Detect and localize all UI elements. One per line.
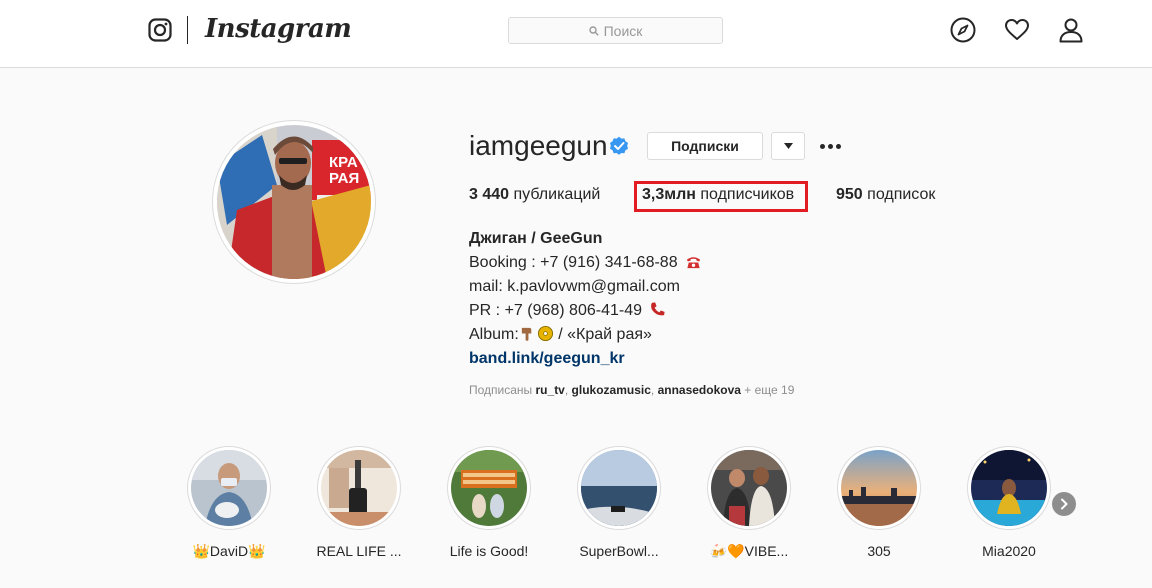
svg-text:КРА: КРА — [329, 154, 358, 171]
profile-full-name: Джиган / GeeGun — [469, 230, 603, 247]
followed-by-user: glukozamusic — [571, 383, 651, 397]
story-highlight[interactable]: Mia2020 — [964, 446, 1054, 559]
followed-by-line[interactable]: Подписаны ru_tv, glukozamusic, annasedok… — [469, 383, 794, 397]
highlight-label: 🍻🧡VIBE... — [709, 543, 789, 559]
posts-count: 3 440 публикаций — [469, 186, 600, 204]
top-navigation-bar: Instagram Поиск — [0, 0, 1152, 68]
highlight-cover[interactable] — [837, 446, 921, 530]
search-input[interactable]: Поиск — [508, 17, 723, 44]
story-highlight[interactable]: 👑DaviD👑 — [184, 446, 274, 560]
bio-booking-text: Booking : +7 (916) 341-68-88 — [469, 254, 678, 271]
highlight-cover-image — [191, 450, 267, 526]
story-highlight[interactable]: 305 — [834, 446, 924, 559]
profile-user-icon[interactable] — [1058, 17, 1084, 43]
highlight-cover[interactable] — [577, 446, 661, 530]
bio-mail-line: mail: k.pavlovwm@gmail.com — [469, 278, 680, 295]
followers-highlight-box — [634, 181, 808, 212]
story-highlight[interactable]: 🍻🧡VIBE... — [704, 446, 794, 560]
bio-booking-line: Booking : +7 (916) 341-68-88 — [469, 251, 702, 275]
logo-divider — [187, 16, 188, 44]
story-highlight[interactable]: Life is Good! — [444, 446, 534, 559]
bio-pr-text: PR : +7 (968) 806-41-49 — [469, 302, 642, 319]
following-count-value: 950 — [836, 186, 863, 203]
followed-by-user: ru_tv — [535, 383, 565, 397]
highlights-next-button[interactable] — [1052, 492, 1076, 516]
highlight-label: 305 — [867, 543, 891, 559]
dvd-disc-emoji-icon — [537, 325, 553, 342]
profile-photo: КРА РАЯ — [217, 125, 371, 279]
following-count[interactable]: 950 подписок — [836, 186, 935, 204]
highlight-cover-image — [841, 450, 917, 526]
highlight-cover[interactable] — [707, 446, 791, 530]
following-button[interactable]: Подписки — [647, 132, 763, 160]
explore-compass-icon[interactable] — [950, 17, 976, 43]
followed-by-more: + еще 19 — [744, 383, 795, 397]
highlight-cover[interactable] — [447, 446, 531, 530]
profile-bio: Джиган / GeeGun Booking : +7 (916) 341-6… — [469, 227, 702, 371]
highlight-cover-image — [581, 450, 657, 526]
chevron-right-icon — [1061, 498, 1068, 510]
highlight-cover[interactable] — [317, 446, 401, 530]
posts-count-value: 3 440 — [469, 186, 510, 203]
following-count-label: подписок — [867, 186, 936, 203]
instagram-wordmark[interactable]: Instagram — [205, 14, 352, 44]
telephone-emoji-icon — [686, 257, 701, 269]
profile-username: iamgeegun — [469, 130, 608, 161]
highlight-cover-image — [971, 450, 1047, 526]
followed-by-prefix: Подписаны — [469, 383, 533, 397]
hand-pointing-down-emoji-icon — [521, 327, 532, 341]
highlight-cover[interactable] — [187, 446, 271, 530]
highlight-label: Life is Good! — [449, 543, 529, 559]
posts-count-label: публикаций — [513, 186, 601, 203]
bio-album-prefix: Album: — [469, 326, 519, 343]
profile-avatar[interactable]: КРА РАЯ — [212, 120, 376, 284]
activity-heart-icon[interactable] — [1004, 17, 1030, 43]
search-placeholder: Поиск — [603, 22, 643, 39]
highlight-label: SuperBowl... — [579, 543, 659, 559]
highlight-label: Mia2020 — [982, 543, 1036, 559]
verified-badge-icon — [610, 136, 628, 155]
highlight-cover[interactable] — [967, 446, 1051, 530]
highlight-cover-image — [321, 450, 397, 526]
bio-external-link[interactable]: band.link/geegun_kr — [469, 347, 702, 371]
story-highlight[interactable]: SuperBowl... — [574, 446, 664, 559]
suggestions-dropdown-button[interactable] — [771, 132, 805, 160]
bio-pr-line: PR : +7 (968) 806-41-49 — [469, 299, 702, 323]
phone-receiver-emoji-icon — [651, 302, 666, 316]
more-options-icon[interactable] — [818, 132, 842, 160]
highlight-cover-image — [711, 450, 787, 526]
bio-album-line: Album: / «Край рая» — [469, 323, 702, 347]
instagram-camera-icon[interactable] — [148, 18, 172, 42]
search-icon — [588, 25, 599, 36]
highlight-label: REAL LIFE ... — [316, 543, 402, 559]
followed-by-user: annasedokova — [657, 383, 741, 397]
highlight-label: 👑DaviD👑 — [192, 543, 266, 559]
story-highlight[interactable]: REAL LIFE ... — [314, 446, 404, 559]
bio-album-title: / «Край рая» — [558, 326, 652, 343]
svg-text:РАЯ: РАЯ — [329, 170, 359, 187]
triangle-down-icon — [783, 143, 793, 149]
highlight-cover-image — [451, 450, 527, 526]
